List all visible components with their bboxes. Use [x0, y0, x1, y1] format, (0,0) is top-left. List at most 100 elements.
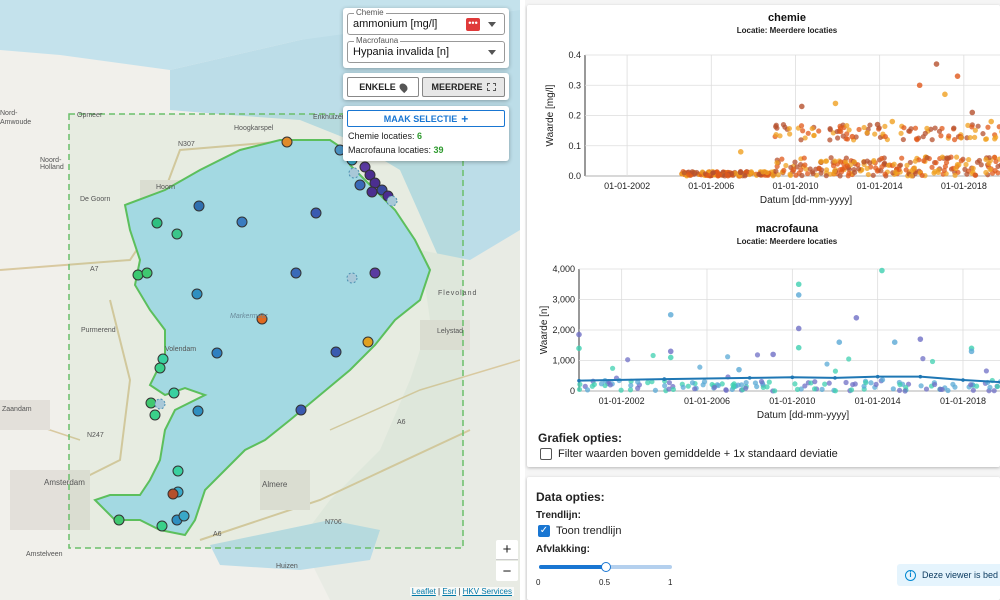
data-point — [849, 133, 856, 140]
data-point — [929, 358, 936, 365]
data-point — [670, 386, 676, 393]
chemie-chart[interactable]: 0.4 0.3 0.2 0.1 0.0 01-01-2002 01-01-2006 01-01… — [527, 5, 1000, 230]
afvlakking-slider-thumb[interactable] — [600, 562, 611, 572]
map-label-de-goorn: De Goorn — [80, 196, 111, 203]
data-point — [945, 387, 951, 394]
data-point — [912, 125, 919, 131]
data-point — [685, 383, 691, 389]
data-point — [953, 154, 960, 160]
data-point — [916, 82, 923, 89]
data-point — [987, 166, 993, 173]
data-point — [920, 134, 926, 140]
map-label-noord-holland: Noord- Holland — [40, 157, 64, 171]
macrofauna-chart[interactable]: 4,000 3,000 2,000 1,000 0 01-01-2002 01-01-200… — [527, 230, 1000, 425]
data-point — [972, 127, 978, 133]
data-point — [899, 155, 905, 161]
esri-link[interactable]: Esri — [442, 587, 456, 596]
maak-selectie-label: MAAK SELECTIE — [383, 113, 458, 124]
data-point — [848, 387, 855, 393]
data-point — [685, 171, 692, 178]
chemie-locaties-count: 6 — [417, 131, 423, 141]
zoom-out-button[interactable]: − — [496, 561, 518, 581]
data-point — [870, 172, 876, 178]
data-point — [954, 73, 961, 79]
data-point — [889, 118, 896, 125]
trendlijn-checkbox[interactable]: ✓ — [538, 525, 550, 537]
data-point — [963, 161, 969, 168]
data-point — [758, 378, 765, 385]
map-label-opmeer: Opmeer — [77, 112, 103, 119]
data-point — [967, 134, 973, 141]
data-point — [879, 267, 885, 274]
data-point — [867, 122, 873, 128]
y-axis-label: Waarde [mg/l] — [545, 84, 556, 146]
data-point — [795, 344, 802, 351]
maak-selectie-button[interactable]: MAAK SELECTIE + — [347, 110, 505, 127]
data-point — [882, 171, 888, 177]
data-point — [716, 172, 722, 178]
y-tick-label: 1,000 — [552, 356, 575, 366]
filter-label: Filter waarden boven gemiddelde + 1x sta… — [558, 448, 838, 460]
x-axis-label: Datum [dd-mm-yyyy] — [760, 195, 852, 206]
data-point — [987, 384, 993, 390]
data-point — [942, 91, 948, 98]
data-point — [816, 166, 822, 172]
filter-checkbox[interactable] — [540, 448, 552, 460]
info-toast: i Deze viewer is bed — [897, 564, 1000, 586]
data-point — [988, 118, 995, 125]
data-point — [737, 169, 743, 175]
data-point — [983, 136, 989, 142]
layer-select-panel: Chemie ammonium [mg/l] ••• Macrofauna Hy… — [343, 8, 509, 68]
data-point — [852, 169, 858, 175]
data-point — [900, 136, 906, 143]
data-point — [993, 158, 999, 165]
data-point — [772, 388, 778, 394]
trendline-point — [747, 376, 752, 380]
data-point — [635, 385, 641, 391]
data-point — [798, 103, 805, 110]
data-point — [890, 386, 896, 392]
macrofauna-select[interactable]: Macrofauna Hypania invalida [n] — [347, 36, 505, 63]
x-tick-label: 01-01-2010 — [769, 396, 815, 406]
hkv-link[interactable]: HKV Services — [463, 587, 512, 596]
data-point — [939, 154, 945, 160]
enkele-button[interactable]: ENKELE — [347, 77, 419, 97]
data-point — [827, 137, 833, 143]
data-point — [923, 386, 930, 392]
data-point — [898, 130, 904, 136]
data-point — [798, 123, 805, 129]
trendline-point — [918, 374, 923, 379]
chemie-select[interactable]: Chemie ammonium [mg/l] ••• — [347, 8, 505, 35]
data-point — [812, 379, 818, 385]
slider-value-label: 0.5 — [599, 578, 611, 587]
data-point — [909, 167, 915, 173]
color-palette-icon[interactable]: ••• — [466, 18, 480, 31]
data-point — [968, 382, 974, 388]
data-point — [801, 155, 807, 161]
map[interactable]: Opmeer Hoogkarspel Enkhuizen Noord- Holla… — [0, 0, 520, 600]
data-point — [850, 381, 856, 388]
x-tick-label: 01-01-2014 — [855, 396, 901, 406]
y-tick-label: 0.2 — [568, 111, 581, 121]
data-point — [799, 172, 805, 179]
zoom-in-button[interactable]: + — [496, 540, 518, 560]
map-label-amsterdam: Amsterdam — [44, 478, 85, 487]
data-point — [705, 172, 711, 179]
data-point — [832, 388, 839, 394]
data-point — [903, 167, 909, 173]
leaflet-link[interactable]: Leaflet — [412, 587, 436, 596]
slider-min-label: 0 — [536, 578, 541, 587]
data-point — [874, 121, 881, 128]
data-point — [680, 384, 686, 390]
data-point — [983, 368, 989, 374]
y-tick-label: 3,000 — [552, 295, 575, 305]
data-point — [836, 339, 843, 345]
chevron-down-icon — [488, 22, 496, 27]
trendline-point — [961, 378, 965, 382]
meerdere-button[interactable]: MEERDERE — [422, 77, 505, 97]
data-point — [921, 158, 927, 164]
data-point — [983, 169, 989, 176]
data-point — [952, 384, 958, 390]
data-point — [939, 386, 945, 393]
data-point — [832, 100, 839, 107]
